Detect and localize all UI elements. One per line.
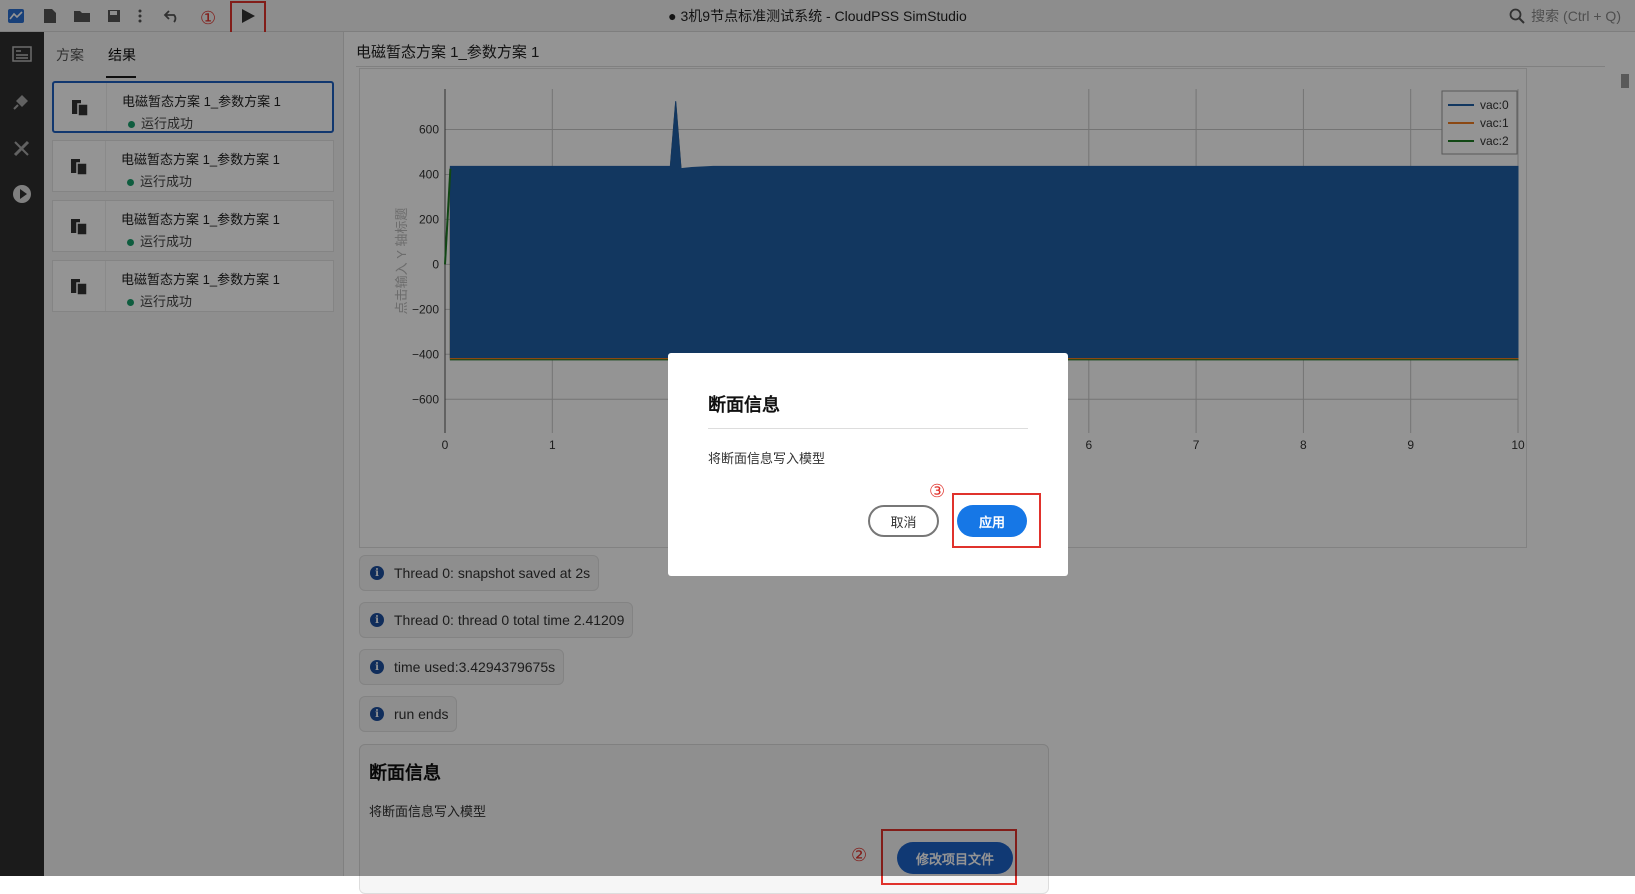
dialog-title: 断面信息	[708, 395, 780, 415]
dialog-text: 将断面信息写入模型	[708, 451, 826, 466]
cancel-button[interactable]: 取消	[868, 505, 939, 537]
snapshot-dialog: 断面信息 将断面信息写入模型 ③ 取消 应用	[668, 353, 1068, 576]
apply-button[interactable]: 应用	[957, 505, 1027, 537]
dialog-divider	[708, 428, 1028, 429]
annotation-3: ③	[929, 481, 946, 501]
